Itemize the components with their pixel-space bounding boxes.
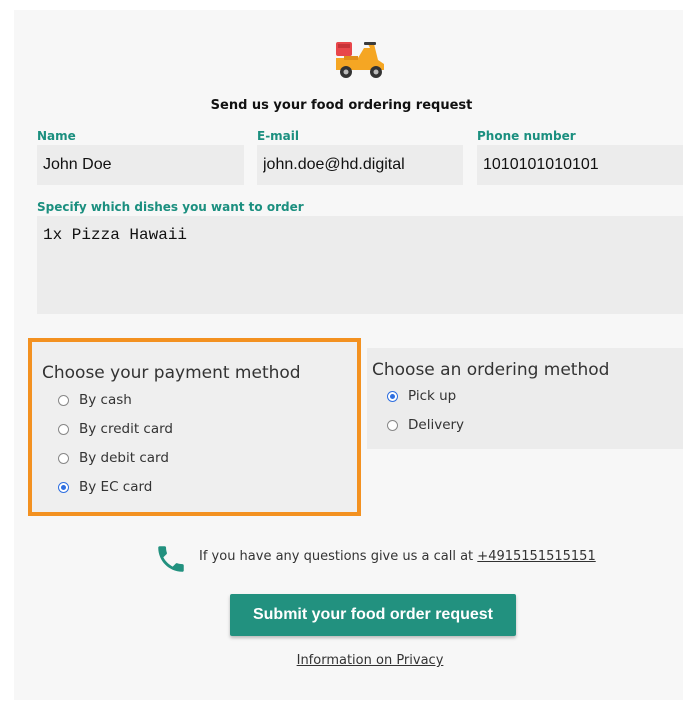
email-field[interactable] (257, 145, 463, 185)
contact-text: If you have any questions give us a call… (199, 549, 596, 564)
option-label: By cash (79, 392, 132, 408)
payment-method-title: Choose your payment method (42, 363, 301, 383)
privacy-link[interactable]: Information on Privacy (0, 653, 683, 668)
radio-button-selected[interactable] (387, 390, 398, 402)
email-label: E-mail (257, 129, 300, 143)
ordering-method-title: Choose an ordering method (372, 360, 610, 380)
phone-field[interactable] (477, 145, 683, 185)
name-label: Name (37, 129, 76, 143)
submit-button[interactable]: Submit your food order request (230, 594, 516, 636)
ordering-option-delivery[interactable]: Delivery (387, 417, 464, 433)
ordering-method-group: Choose an ordering method Pick up Delive… (367, 348, 683, 449)
option-label: Pick up (408, 388, 457, 404)
phone-link[interactable]: +4915151515151 (477, 549, 595, 564)
radio-button[interactable] (58, 452, 69, 464)
contact-message: If you have any questions give us a call… (199, 549, 474, 564)
ordering-option-pick-up[interactable]: Pick up (387, 388, 456, 404)
option-label: By debit card (79, 450, 169, 466)
payment-option-credit-card[interactable]: By credit card (58, 421, 173, 437)
option-label: By credit card (79, 421, 174, 437)
phone-label: Phone number (477, 129, 576, 143)
payment-method-group: Choose your payment method By cash By cr… (28, 338, 361, 516)
payment-option-debit-card[interactable]: By debit card (58, 450, 169, 466)
dishes-label: Specify which dishes you want to order (37, 200, 304, 214)
name-field[interactable] (37, 145, 244, 185)
radio-button-selected[interactable] (58, 481, 69, 493)
option-label: Delivery (408, 417, 465, 433)
option-label: By EC card (79, 479, 153, 495)
phone-icon (158, 546, 184, 572)
radio-button[interactable] (387, 419, 398, 431)
radio-button[interactable] (58, 423, 69, 435)
radio-button[interactable] (58, 394, 69, 406)
scooter-icon (336, 42, 384, 78)
payment-option-ec-card[interactable]: By EC card (58, 479, 152, 495)
payment-option-cash[interactable]: By cash (58, 392, 132, 408)
dishes-textarea[interactable]: 1x Pizza Hawaii (37, 216, 683, 314)
form-title: Send us your food ordering request (210, 98, 473, 113)
